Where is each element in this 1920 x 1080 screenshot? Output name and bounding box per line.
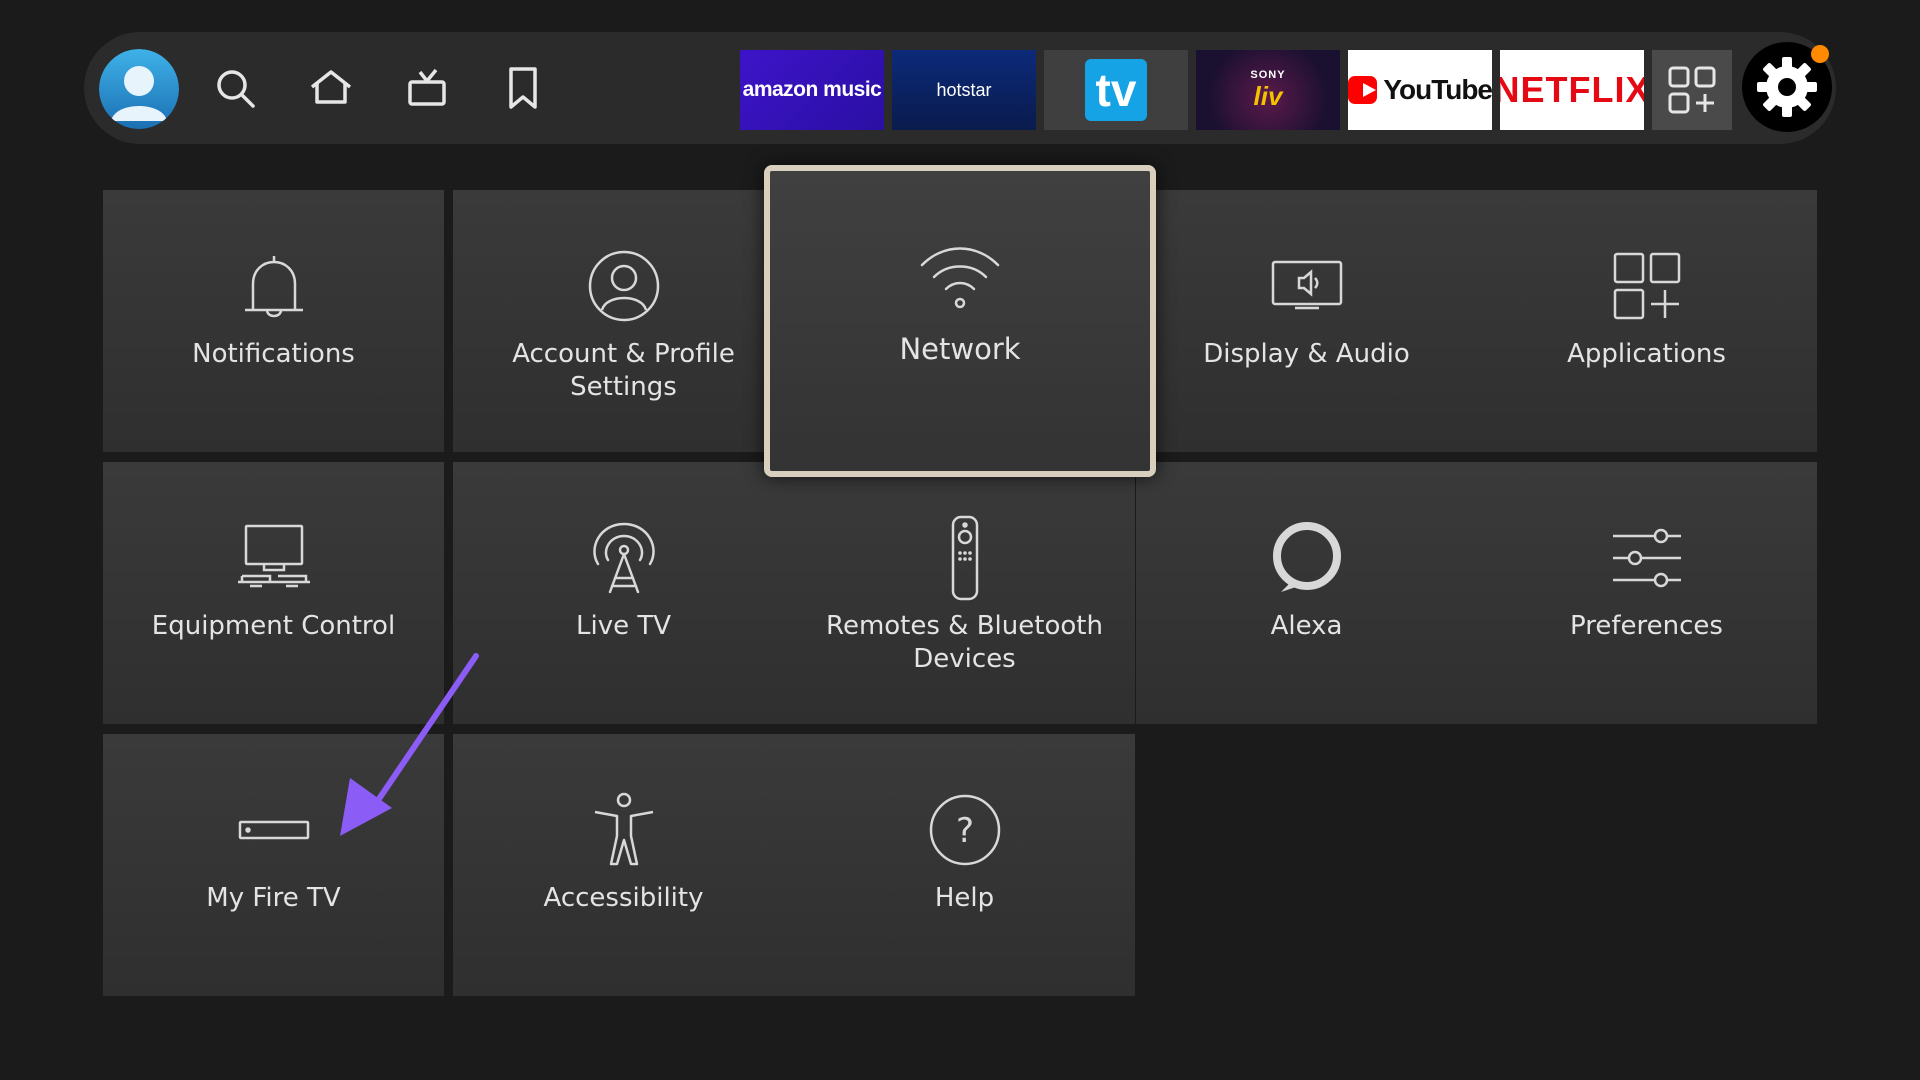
tile-label: Applications (1567, 339, 1726, 369)
tile-label: Account & Profile Settings (512, 339, 735, 402)
user-icon (588, 250, 659, 322)
bell-icon (244, 256, 303, 318)
home-icon (310, 70, 352, 104)
tile-applications[interactable]: Applications (1476, 190, 1817, 452)
all-apps-button[interactable] (1652, 50, 1732, 130)
tile-help[interactable]: ? Help (794, 734, 1135, 996)
accessibility-icon (594, 792, 653, 866)
app-amazon-music[interactable]: amazon music (740, 50, 884, 130)
antenna-icon (592, 522, 655, 594)
equipment-icon (237, 524, 310, 588)
tile-notifications[interactable]: Notifications (103, 190, 444, 452)
avatar-icon (99, 49, 179, 129)
tile-label: Notifications (192, 339, 355, 369)
notification-dot (1811, 45, 1829, 63)
app-youtube[interactable]: YouTube (1348, 50, 1492, 130)
display-audio-icon (1271, 260, 1342, 310)
tile-remotes-bluetooth[interactable]: Remotes & Bluetooth Devices (794, 462, 1135, 724)
live-tv-icon (408, 68, 446, 106)
youtube-label: YouTube (1383, 74, 1492, 105)
tile-label: Network (899, 332, 1021, 366)
liv-label: liv (1253, 80, 1283, 111)
tv-logo: tv (1085, 59, 1147, 121)
search-button[interactable] (196, 49, 274, 127)
alexa-icon (1272, 522, 1341, 592)
bookmark-icon (509, 67, 537, 109)
tile-label: Alexa (1270, 611, 1343, 641)
applications-icon (1613, 252, 1680, 320)
annotation-arrow (340, 653, 479, 836)
tile-label: Equipment Control (151, 611, 396, 641)
app-hotstar[interactable]: hotstar (892, 50, 1036, 130)
tile-label: Live TV (575, 611, 672, 641)
tile-label: Preferences (1570, 611, 1723, 641)
sliders-icon (1612, 528, 1681, 588)
tile-label: Remotes & Bluetooth Devices (826, 611, 1103, 674)
amazon-music-label: amazon music (742, 78, 882, 101)
tile-label: Help (934, 883, 995, 913)
tile-network[interactable]: Network (764, 165, 1156, 477)
home-button[interactable] (292, 49, 370, 127)
profile-avatar[interactable] (99, 49, 179, 129)
fire-tv-device-icon (238, 820, 309, 840)
tile-preferences[interactable]: Preferences (1476, 462, 1817, 724)
tile-accessibility[interactable]: Accessibility (453, 734, 794, 996)
gear-icon (1757, 57, 1817, 117)
watchlist-button[interactable] (484, 49, 562, 127)
app-netflix[interactable]: NETFLIX (1500, 50, 1644, 130)
search-icon (217, 70, 255, 108)
tile-label: Accessibility (543, 883, 704, 913)
tile-label: Display & Audio (1203, 339, 1410, 369)
netflix-label: NETFLIX (1500, 69, 1644, 110)
youtube-play-icon (1348, 76, 1378, 104)
live-button[interactable] (388, 49, 466, 127)
tile-label: My Fire TV (206, 883, 341, 913)
svg-text:?: ? (955, 811, 973, 851)
tile-display-audio[interactable]: Display & Audio (1136, 190, 1477, 452)
tile-alexa[interactable]: Alexa (1136, 462, 1477, 724)
app-grid-icon (1668, 66, 1716, 114)
help-icon: ? (929, 794, 1000, 866)
tile-live-tv[interactable]: Live TV (453, 462, 794, 724)
remote-icon (951, 515, 978, 601)
wifi-icon (920, 247, 1000, 309)
hotstar-label: hotstar (936, 79, 992, 100)
app-tv[interactable]: tv (1044, 50, 1188, 130)
sony-label: SONY (1250, 68, 1286, 81)
tile-account-profile-settings[interactable]: Account & Profile Settings (453, 190, 794, 452)
top-navigation-bar: amazon music hotstar tv SONY liv YouTube… (84, 32, 1836, 144)
app-sony-liv[interactable]: SONY liv (1196, 50, 1340, 130)
